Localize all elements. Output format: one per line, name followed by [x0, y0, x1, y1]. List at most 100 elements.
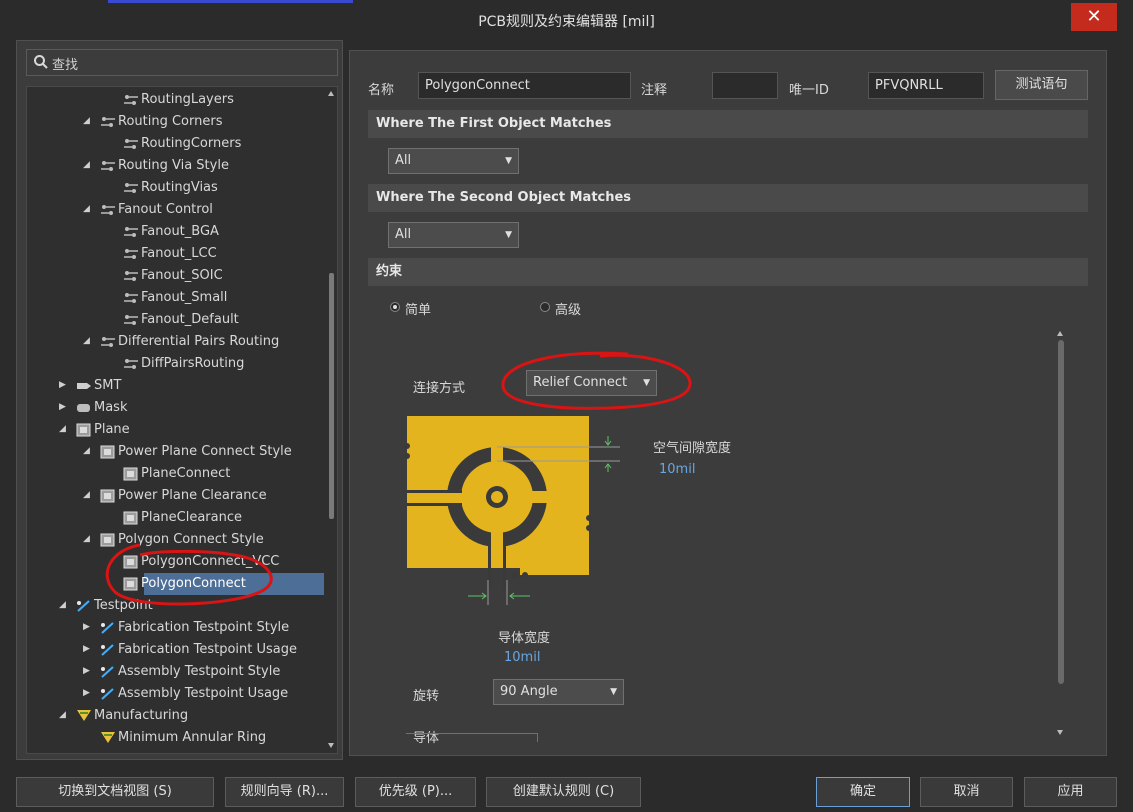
- rules-tree[interactable]: RoutingLayers ◢ Routing Corners RoutingCorn…: [26, 86, 338, 754]
- collapse-icon[interactable]: ◢: [83, 336, 90, 346]
- tree-item[interactable]: DiffPairsRouting: [141, 353, 244, 375]
- create-default-rules-button[interactable]: 创建默认规则 (C): [486, 777, 641, 807]
- tree-item[interactable]: Fanout_SOIC: [141, 265, 223, 287]
- tree-item[interactable]: Fanout_LCC: [141, 243, 217, 265]
- tree-item[interactable]: Fanout_BGA: [141, 221, 219, 243]
- taskbar-strip: [108, 0, 353, 3]
- rule-group-icon: [100, 115, 116, 129]
- chevron-down-icon: ▼: [610, 687, 617, 697]
- tree-item[interactable]: Plane: [94, 419, 130, 441]
- second-object-header: Where The Second Object Matches: [368, 184, 1088, 212]
- expand-icon[interactable]: ▶: [83, 644, 90, 654]
- smt-icon: [76, 379, 92, 393]
- tree-item[interactable]: Testpoint: [94, 595, 153, 617]
- tree-item[interactable]: Routing Corners: [118, 111, 222, 133]
- air-gap-value: 10mil: [659, 462, 696, 477]
- tree-item[interactable]: PlaneClearance: [141, 507, 242, 529]
- tree-item[interactable]: Fabrication Testpoint Style: [118, 617, 289, 639]
- collapse-icon[interactable]: ◢: [59, 600, 66, 610]
- rule-icon: [123, 181, 139, 195]
- tree-item[interactable]: Acute Angle: [118, 749, 196, 753]
- expand-icon[interactable]: ▶: [59, 380, 66, 390]
- testpoint-icon: [100, 643, 116, 657]
- tree-item[interactable]: Assembly Testpoint Usage: [118, 683, 288, 705]
- close-button[interactable]: ✕: [1071, 3, 1117, 31]
- priority-button[interactable]: 优先级 (P)...: [355, 777, 476, 807]
- collapse-icon[interactable]: ◢: [59, 710, 66, 720]
- rotation-dropdown[interactable]: 90 Angle ▼: [493, 679, 624, 705]
- chevron-down-icon: ▼: [505, 230, 512, 240]
- plane-icon: [100, 489, 116, 503]
- plane-icon: [123, 555, 139, 569]
- tree-item[interactable]: RoutingLayers: [141, 89, 234, 111]
- tree-item[interactable]: Assembly Testpoint Style: [118, 661, 280, 683]
- tree-item[interactable]: Minimum Annular Ring: [118, 727, 266, 749]
- second-object-dropdown[interactable]: All ▼: [388, 222, 519, 248]
- connect-style-value: Relief Connect: [533, 375, 628, 390]
- testpoint-icon: [76, 599, 92, 613]
- expand-icon[interactable]: ▶: [83, 688, 90, 698]
- collapse-icon[interactable]: ◢: [83, 446, 90, 456]
- collapse-icon[interactable]: ◢: [83, 204, 90, 214]
- tree-item[interactable]: Fanout_Small: [141, 287, 227, 309]
- tree-item[interactable]: Differential Pairs Routing: [118, 331, 279, 353]
- air-gap-label: 空气间隙宽度: [653, 441, 732, 456]
- manufacturing-icon: [100, 753, 116, 754]
- apply-button[interactable]: 应用: [1024, 777, 1117, 807]
- tree-item[interactable]: Mask: [94, 397, 127, 419]
- collapse-icon[interactable]: ◢: [83, 116, 90, 126]
- search-icon: [34, 55, 48, 69]
- tree-item[interactable]: RoutingVias: [141, 177, 218, 199]
- plane-icon: [123, 511, 139, 525]
- testpoint-icon: [100, 665, 116, 679]
- cancel-button[interactable]: 取消: [920, 777, 1013, 807]
- collapse-icon[interactable]: ◢: [83, 490, 90, 500]
- rule-icon: [123, 291, 139, 305]
- mask-icon: [76, 401, 92, 415]
- tree-scrollbar-thumb[interactable]: [329, 273, 334, 519]
- rotation-label: 旋转: [413, 689, 440, 704]
- uid-field[interactable]: PFVQNRLL: [868, 72, 984, 99]
- connect-style-label: 连接方式: [413, 381, 466, 396]
- tree-item[interactable]: PolygonConnect: [141, 573, 246, 595]
- expand-icon[interactable]: ▶: [83, 622, 90, 632]
- collapse-icon[interactable]: ◢: [83, 534, 90, 544]
- tree-item[interactable]: Manufacturing: [94, 705, 188, 727]
- chevron-down-icon: ▼: [643, 378, 650, 388]
- conductor-width-field[interactable]: 10mil: [498, 645, 568, 671]
- tree-item[interactable]: PolygonConnect_VCC: [141, 551, 279, 573]
- test-query-button[interactable]: 测试语句: [995, 70, 1088, 100]
- comment-field[interactable]: [712, 72, 778, 99]
- mode-advanced-radio[interactable]: [540, 302, 550, 312]
- conductors-dropdown[interactable]: [406, 733, 538, 742]
- conductor-width-value: 10mil: [504, 650, 541, 665]
- first-object-value: All: [395, 153, 412, 168]
- first-object-dropdown[interactable]: All ▼: [388, 148, 519, 174]
- chevron-down-icon: ▼: [505, 156, 512, 166]
- document-view-button[interactable]: 切换到文档视图 (S): [16, 777, 214, 807]
- tree-item[interactable]: Power Plane Connect Style: [118, 441, 292, 463]
- expand-icon[interactable]: ▶: [83, 666, 90, 676]
- air-gap-field[interactable]: 10mil: [653, 457, 723, 483]
- tree-item[interactable]: SMT: [94, 375, 121, 397]
- connect-style-dropdown[interactable]: Relief Connect ▼: [526, 370, 657, 396]
- rule-wizard-button[interactable]: 规则向导 (R)...: [225, 777, 344, 807]
- search-placeholder: 查找: [52, 58, 79, 73]
- comment-label: 注释: [641, 83, 668, 98]
- plane-icon: [100, 533, 116, 547]
- name-field[interactable]: PolygonConnect: [418, 72, 631, 99]
- tree-item[interactable]: Fanout Control: [118, 199, 213, 221]
- tree-item[interactable]: RoutingCorners: [141, 133, 241, 155]
- expand-icon[interactable]: ▶: [59, 402, 66, 412]
- constraints-scrollbar-thumb[interactable]: [1058, 340, 1064, 684]
- tree-item[interactable]: Polygon Connect Style: [118, 529, 264, 551]
- tree-item[interactable]: Power Plane Clearance: [118, 485, 267, 507]
- ok-button[interactable]: 确定: [816, 777, 910, 807]
- mode-simple-radio[interactable]: [390, 302, 400, 312]
- tree-item[interactable]: PlaneConnect: [141, 463, 230, 485]
- tree-item[interactable]: Fanout_Default: [141, 309, 239, 331]
- collapse-icon[interactable]: ◢: [59, 424, 66, 434]
- tree-item[interactable]: Routing Via Style: [118, 155, 229, 177]
- collapse-icon[interactable]: ◢: [83, 160, 90, 170]
- tree-item[interactable]: Fabrication Testpoint Usage: [118, 639, 297, 661]
